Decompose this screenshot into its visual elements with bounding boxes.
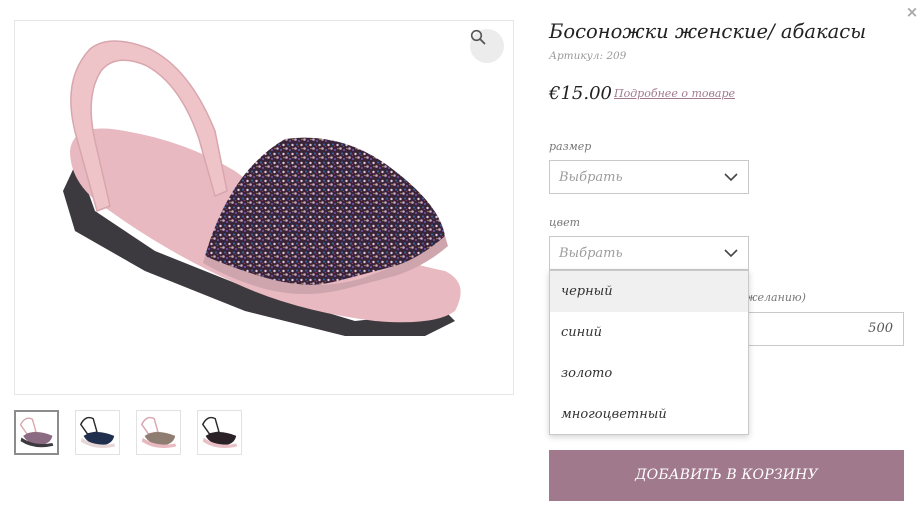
sandal-illustration (63, 40, 461, 336)
product-title: Босоножки женские/ абакасы (549, 20, 867, 43)
size-select[interactable]: Выбрать (549, 160, 749, 194)
extra-option-label: желанию) (745, 291, 806, 304)
chevron-down-icon (724, 173, 738, 182)
color-option-gold[interactable]: золото (550, 353, 748, 394)
color-option-multicolor[interactable]: многоцветный (550, 394, 748, 435)
product-main-image (14, 20, 514, 395)
chevron-down-icon (724, 249, 738, 258)
zoom-button[interactable] (470, 29, 504, 63)
thumbnail-pink-glitter-image (19, 417, 54, 448)
extra-option-value: 500 (868, 321, 893, 336)
thumbnail-navy-glitter-image (79, 416, 116, 448)
thumbnail-bronze-glitter-image (140, 416, 177, 448)
magnifier-icon (470, 29, 486, 45)
close-button[interactable]: × (905, 4, 919, 20)
color-select-value: Выбрать (559, 246, 623, 261)
color-option-blue[interactable]: синий (550, 312, 748, 353)
thumbnail-pink-glitter[interactable] (14, 410, 59, 455)
size-label: размер (549, 140, 592, 153)
color-select[interactable]: Выбрать (549, 236, 749, 270)
product-price: €15.00 (549, 83, 612, 104)
thumbnail-black-glitter[interactable] (197, 410, 242, 455)
size-select-value: Выбрать (559, 170, 623, 185)
extra-option-input[interactable]: 500 (745, 312, 904, 346)
thumbnail-black-glitter-image (201, 416, 238, 448)
color-option-black[interactable]: черный (550, 271, 748, 312)
add-to-cart-button[interactable]: ДОБАВИТЬ В КОРЗИНУ (549, 450, 904, 501)
color-label: цвет (549, 216, 581, 229)
thumbnail-navy-glitter[interactable] (75, 410, 120, 455)
thumbnail-bronze-glitter[interactable] (136, 410, 181, 455)
product-sku: Артикул: 209 (549, 50, 627, 62)
color-dropdown-menu: черный синий золото многоцветный (549, 270, 749, 435)
product-details-link[interactable]: Подробнее о товаре (614, 87, 735, 100)
thumbnail-strip (14, 410, 242, 455)
